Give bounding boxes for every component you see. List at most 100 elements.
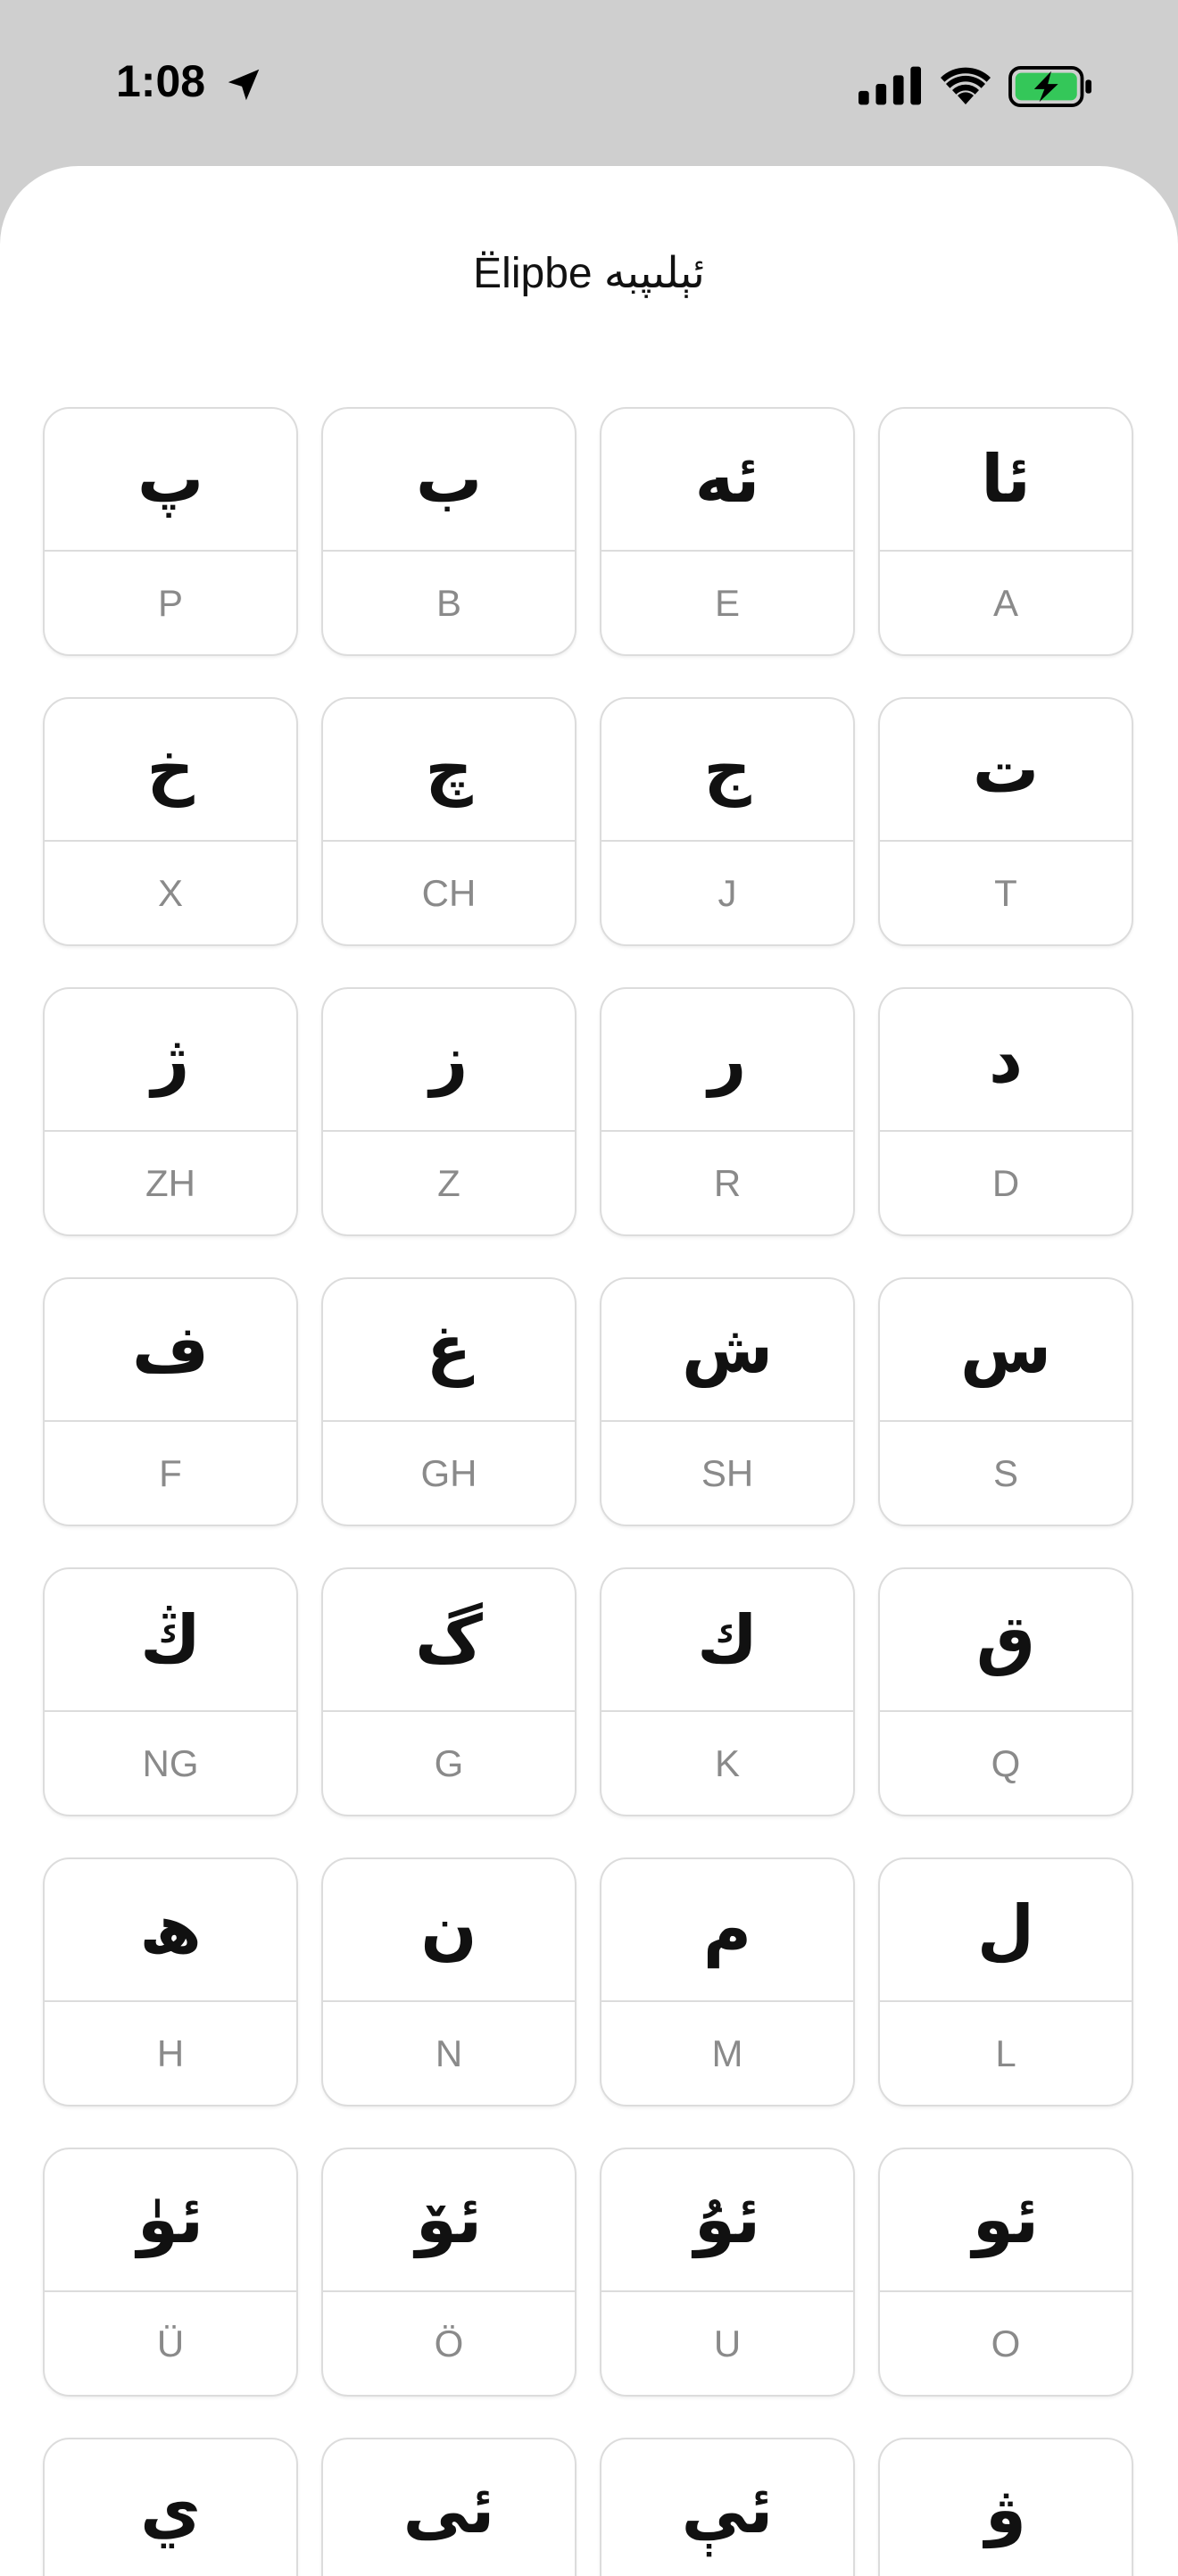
letter-arabic: ئو: [880, 2149, 1132, 2292]
alphabet-sheet: Ëlipbe ئېلىپبە ئا A ئە E ب B پ P ت T ج J چ CH خ X د D ر R ز Z…: [0, 166, 1178, 2576]
cellular-signal-icon: [859, 66, 921, 105]
letter-arabic: ي: [45, 2439, 296, 2576]
letter-tile[interactable]: سS: [878, 1277, 1133, 1526]
letter-tile[interactable]: ئى: [321, 2438, 577, 2576]
letter-tile[interactable]: ئې: [600, 2438, 855, 2576]
letter-tile[interactable]: دD: [878, 987, 1133, 1236]
letter-arabic: ۋ: [880, 2439, 1132, 2576]
letter-arabic: گ: [323, 1569, 575, 1712]
letter-arabic: خ: [45, 699, 296, 842]
letter-tile[interactable]: زZ: [321, 987, 577, 1236]
letter-latin: A: [992, 581, 1018, 624]
letter-tile[interactable]: ئا A: [878, 407, 1133, 656]
letter-arabic: ش: [601, 1279, 853, 1422]
letter-latin: S: [992, 1451, 1018, 1494]
letter-latin: H: [156, 2032, 185, 2074]
letter-arabic: م: [601, 1859, 853, 2002]
letter-latin: M: [711, 2032, 743, 2074]
letter-tile[interactable]: ۋ: [878, 2438, 1133, 2576]
letter-arabic: ف: [45, 1279, 296, 1422]
letter-tile[interactable]: تT: [878, 697, 1133, 946]
letter-tile[interactable]: پP: [43, 407, 298, 656]
letter-latin: T: [994, 871, 1017, 914]
letter-tile[interactable]: غ GH: [321, 1277, 577, 1526]
letter-tile[interactable]: لL: [878, 1857, 1133, 2107]
letter-tile[interactable]: ڭ NG: [43, 1567, 298, 1816]
letter-latin: X: [157, 871, 183, 914]
letter-latin: CH: [421, 871, 477, 914]
letter-grid: ئا A ئە E ب B پ P ت T ج J چ CH خ X د D ر R ز Z ژ ZH س S ش SH غ GH ف F ق Q…: [43, 407, 1133, 2576]
letter-arabic: پ: [45, 409, 296, 552]
letter-tile[interactable]: بB: [321, 407, 577, 656]
letter-latin: U: [713, 2322, 742, 2364]
letter-arabic: ھ: [45, 1859, 296, 2002]
letter-arabic: ب: [323, 409, 575, 552]
letter-tile[interactable]: مM: [600, 1857, 855, 2107]
letter-tile[interactable]: چ CH: [321, 697, 577, 946]
letter-arabic: ج: [601, 699, 853, 842]
letter-arabic: ر: [601, 989, 853, 1132]
letter-tile[interactable]: گG: [321, 1567, 577, 1816]
letter-tile[interactable]: ئە E: [600, 407, 855, 656]
letter-latin: N: [435, 2032, 463, 2074]
letter-tile[interactable]: ش SH: [600, 1277, 855, 1526]
letter-arabic: ئا: [880, 409, 1132, 552]
sheet-title: Ëlipbe ئېلىپبە: [473, 250, 705, 297]
letter-latin: Z: [437, 1161, 460, 1204]
letter-tile[interactable]: جJ: [600, 697, 855, 946]
letter-latin: Ü: [156, 2322, 185, 2364]
letter-latin: Ö: [434, 2322, 464, 2364]
location-arrow-icon: [228, 69, 260, 101]
letter-arabic: ژ: [45, 989, 296, 1132]
letter-arabic: ئە: [601, 409, 853, 552]
letter-arabic: د: [880, 989, 1132, 1132]
letter-tile[interactable]: ژ ZH: [43, 987, 298, 1236]
letter-latin: P: [157, 581, 183, 624]
letter-arabic: ئۈ: [45, 2149, 296, 2292]
status-time: 1:08: [116, 56, 206, 106]
letter-latin: L: [995, 2032, 1016, 2074]
letter-latin: SH: [701, 1451, 754, 1494]
letter-arabic: ڭ: [45, 1569, 296, 1712]
letter-latin: D: [991, 1161, 1020, 1204]
letter-arabic: ئۆ: [323, 2149, 575, 2292]
letter-latin: F: [159, 1451, 182, 1494]
letter-latin: E: [714, 581, 740, 624]
wifi-icon: [941, 67, 991, 104]
letter-arabic: غ: [323, 1279, 575, 1422]
letter-arabic: ئى: [323, 2439, 575, 2576]
letter-arabic: ت: [880, 699, 1132, 842]
letter-arabic: س: [880, 1279, 1132, 1422]
letter-tile[interactable]: ئۇ U: [600, 2148, 855, 2397]
letter-tile[interactable]: ي: [43, 2438, 298, 2576]
battery-charging-icon: [1008, 66, 1092, 107]
letter-arabic: ئۇ: [601, 2149, 853, 2292]
letter-latin: NG: [142, 1741, 199, 1784]
letter-tile[interactable]: ئو O: [878, 2148, 1133, 2397]
letter-arabic: ز: [323, 989, 575, 1132]
letter-arabic: ن: [323, 1859, 575, 2002]
letter-arabic: ئې: [601, 2439, 853, 2576]
letter-tile[interactable]: رR: [600, 987, 855, 1236]
letter-tile[interactable]: قQ: [878, 1567, 1133, 1816]
letter-arabic: چ: [323, 699, 575, 842]
letter-latin: B: [436, 581, 461, 624]
status-bar: 1:08: [0, 0, 1178, 166]
letter-latin: ZH: [145, 1161, 195, 1204]
letter-latin: G: [434, 1741, 464, 1784]
letter-latin: GH: [420, 1451, 477, 1494]
letter-latin: O: [991, 2322, 1021, 2364]
letter-latin: R: [713, 1161, 742, 1204]
letter-arabic: ك: [601, 1569, 853, 1712]
letter-tile[interactable]: كK: [600, 1567, 855, 1816]
letter-tile[interactable]: ھH: [43, 1857, 298, 2107]
letter-arabic: ل: [880, 1859, 1132, 2002]
letter-arabic: ق: [880, 1569, 1132, 1712]
letter-latin: J: [718, 871, 737, 914]
letter-tile[interactable]: خX: [43, 697, 298, 946]
letter-tile[interactable]: ئۆ Ö: [321, 2148, 577, 2397]
letter-tile[interactable]: ئۈ Ü: [43, 2148, 298, 2397]
letter-tile[interactable]: نN: [321, 1857, 577, 2107]
letter-latin: K: [714, 1741, 740, 1784]
letter-tile[interactable]: فF: [43, 1277, 298, 1526]
